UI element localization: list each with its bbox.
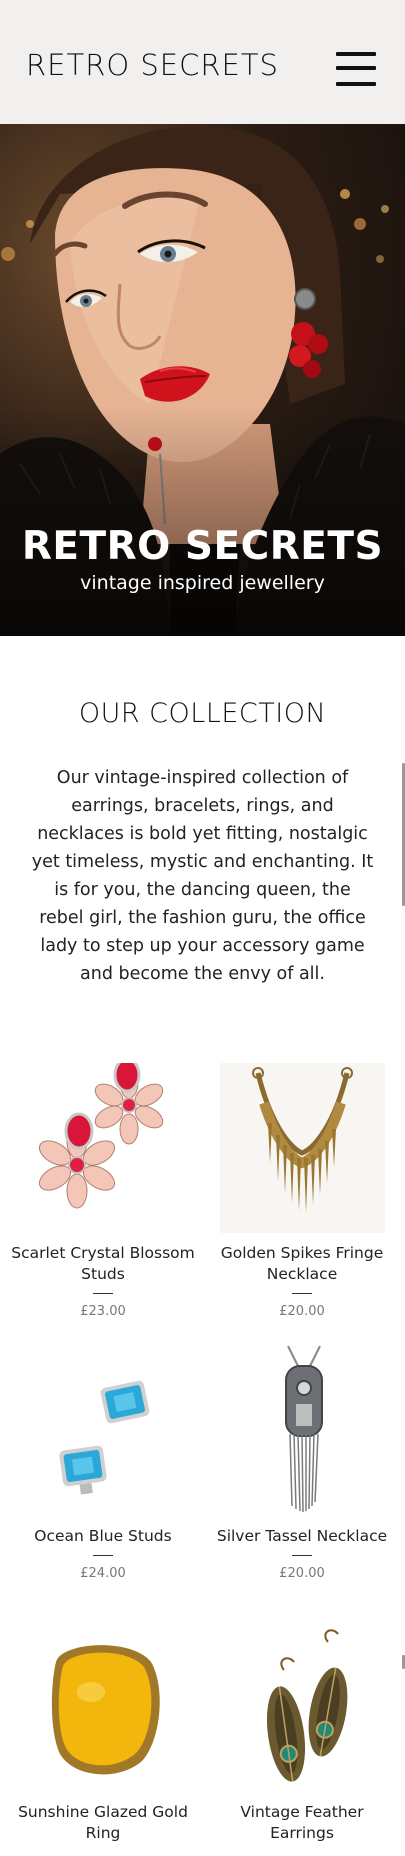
- site-header: RETRO SECRETS: [0, 0, 405, 124]
- collection-title: OUR COLLECTION: [78, 698, 327, 729]
- product-price: £20.00: [279, 1304, 325, 1319]
- product-card[interactable]: Sunshine Glazed Gold Ring: [8, 1622, 198, 1844]
- product-name[interactable]: Ocean Blue Studs: [8, 1526, 198, 1547]
- product-price: £20.00: [279, 1566, 325, 1581]
- collection-description: Our vintage-inspired collection of earri…: [31, 768, 374, 984]
- product-image[interactable]: [219, 1063, 385, 1233]
- product-image[interactable]: [21, 1622, 186, 1792]
- divider: [292, 1555, 312, 1556]
- product-card[interactable]: Golden Spikes Fringe Necklace £20.00: [207, 1063, 397, 1319]
- product-image[interactable]: [21, 1346, 186, 1516]
- hero-subtitle: vintage inspired jewellery: [80, 572, 325, 594]
- gold-spike-necklace-icon: [219, 1063, 385, 1233]
- product-card[interactable]: Scarlet Crystal Blossom Studs £23.00: [8, 1057, 198, 1319]
- product-name[interactable]: Scarlet Crystal Blossom Studs: [8, 1243, 198, 1285]
- product-name[interactable]: Golden Spikes Fringe Necklace: [207, 1243, 397, 1285]
- red-crystal-earrings-icon: [38, 1057, 163, 1209]
- product-price: £23.00: [80, 1304, 126, 1319]
- menu-bar: [336, 52, 376, 56]
- product-image[interactable]: [21, 1057, 186, 1233]
- hero-title: RETRO SECRETS: [21, 524, 384, 569]
- divider: [93, 1555, 113, 1556]
- product-image[interactable]: [220, 1345, 385, 1516]
- product-card[interactable]: Ocean Blue Studs £24.00: [8, 1346, 198, 1581]
- menu-bar: [336, 82, 376, 86]
- silver-tassel-necklace-icon: [284, 1345, 323, 1513]
- menu-bar: [336, 66, 376, 70]
- blue-gem-studs-icon: [58, 1380, 149, 1495]
- product-card[interactable]: Vintage Feather Earrings: [207, 1622, 397, 1844]
- product-name[interactable]: Sunshine Glazed Gold Ring: [8, 1802, 198, 1844]
- brand-logo[interactable]: RETRO SECRETS: [26, 48, 279, 82]
- product-card[interactable]: Silver Tassel Necklace £20.00: [207, 1345, 397, 1581]
- divider: [93, 1293, 113, 1294]
- hero-banner: RETRO SECRETS vintage inspired jewellery: [0, 124, 405, 636]
- divider: [292, 1293, 312, 1294]
- yellow-gold-ring-icon: [51, 1645, 160, 1775]
- product-price: £24.00: [80, 1566, 126, 1581]
- hamburger-menu-icon[interactable]: [336, 50, 376, 88]
- product-name[interactable]: Vintage Feather Earrings: [207, 1802, 397, 1844]
- product-name[interactable]: Silver Tassel Necklace: [207, 1526, 397, 1547]
- product-image[interactable]: [220, 1622, 385, 1792]
- feather-earrings-icon: [266, 1629, 347, 1782]
